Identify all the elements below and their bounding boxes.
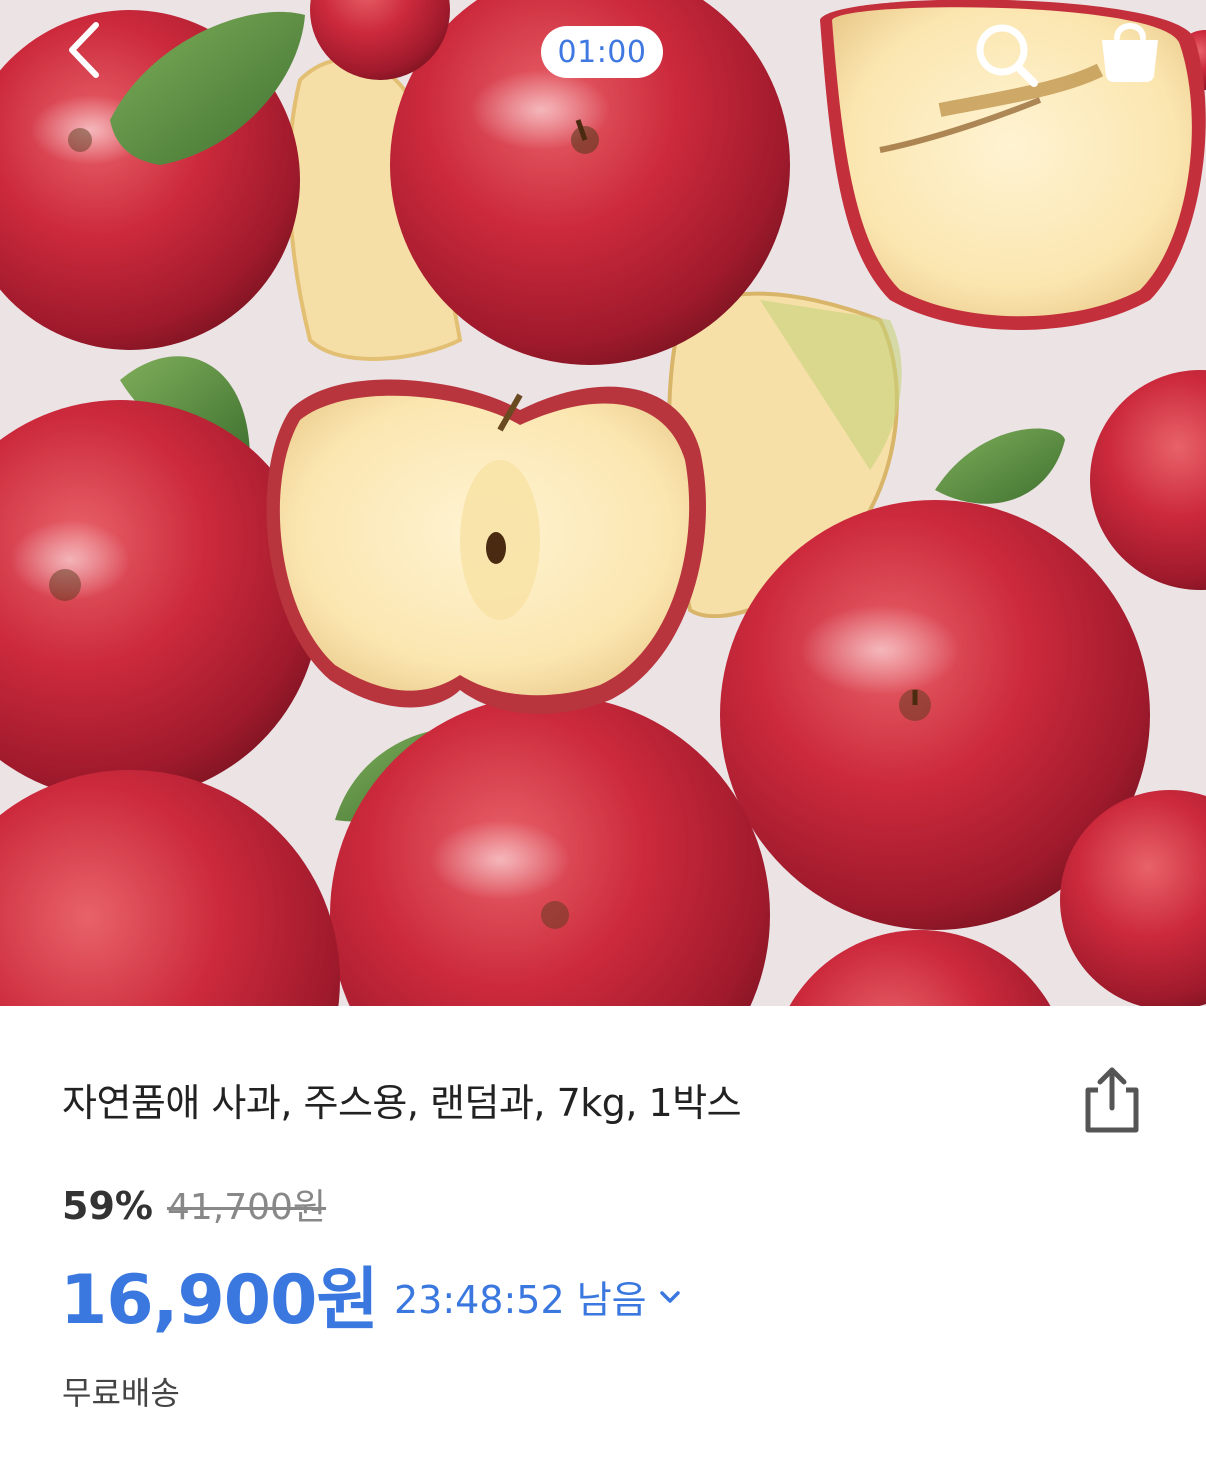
product-image[interactable]: 01:00 [0,0,1206,1006]
shopping-bag-icon [1102,23,1158,82]
share-button[interactable] [1080,1064,1144,1136]
chevron-left-icon [69,22,99,78]
product-title: 자연품애 사과, 주스용, 랜덤과, 7kg, 1박스 [62,1081,742,1125]
sale-price: 16,900원 [60,1261,379,1340]
product-info: 자연품애 사과, 주스용, 랜덤과, 7kg, 1박스 59% 41,700원 … [0,1006,1206,1462]
time-left-text: 23:48:52 남음 [393,1278,647,1322]
cart-button[interactable] [1090,10,1170,90]
deal-countdown[interactable]: 23:48:52 남음 [394,1263,685,1324]
price-row: 16,900원 23:48:52 남음 [60,1244,685,1343]
back-button[interactable] [52,14,116,86]
search-button[interactable] [968,14,1048,94]
original-price: 41,700원 [166,1187,327,1228]
search-icon [976,24,1038,87]
timer-badge: 01:00 [541,26,663,78]
share-icon [1085,1067,1139,1133]
original-price-row: 59% 41,700원 [62,1178,326,1230]
apples-photo [0,0,1206,1006]
chevron-down-icon [659,1290,680,1303]
shipping-info: 무료배송 [62,1374,180,1412]
discount-rate: 59% [62,1184,153,1228]
